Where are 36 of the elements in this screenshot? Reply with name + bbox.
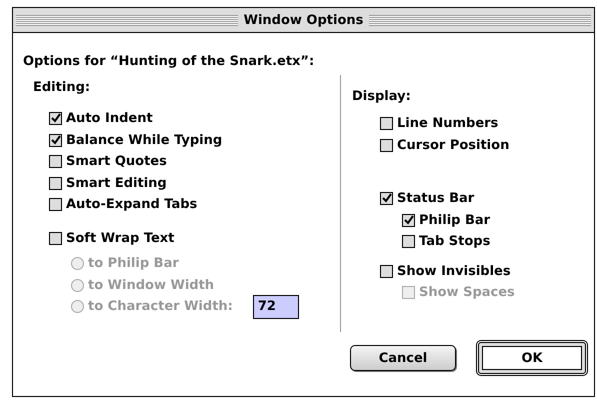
radio-label: to Character Width: xyxy=(88,299,233,314)
checkbox-label: Smart Editing xyxy=(66,176,167,191)
checkbox[interactable] xyxy=(49,112,62,126)
checkbox-label: Line Numbers xyxy=(397,116,498,132)
checkbox-label: Tab Stops xyxy=(419,234,490,250)
ok-button[interactable]: OK xyxy=(476,340,588,376)
cancel-button[interactable]: Cancel xyxy=(350,345,456,371)
radio-label: to Philip Bar xyxy=(88,256,179,272)
checkbox[interactable] xyxy=(49,232,62,245)
checkbox[interactable] xyxy=(49,198,62,212)
window-title: Window Options xyxy=(242,12,364,28)
checkbox[interactable] xyxy=(402,214,415,227)
checkbox-label: Show Invisibles xyxy=(397,264,511,279)
radio-label: to Window Width xyxy=(88,278,214,293)
checkbox-label: Show Spaces xyxy=(419,285,515,300)
section-heading: Display: xyxy=(352,88,412,106)
checkbox-label: Philip Bar xyxy=(419,212,490,228)
checkbox[interactable] xyxy=(49,155,62,168)
checkbox[interactable] xyxy=(380,117,393,130)
checkbox-label: Auto Indent xyxy=(66,111,153,126)
checkbox-label: Smart Quotes xyxy=(66,154,167,170)
checkbox-label: Status Bar xyxy=(397,191,474,206)
checkbox[interactable] xyxy=(380,264,393,278)
checkbox[interactable] xyxy=(49,176,62,190)
checkbox[interactable] xyxy=(49,134,62,147)
checkbox[interactable] xyxy=(380,138,393,152)
checkbox[interactable] xyxy=(402,235,415,248)
checkbox-label: Soft Wrap Text xyxy=(66,230,174,246)
dialog-subtitle: Options for “Hunting of the Snark.etx”: xyxy=(23,54,316,69)
title-bar-stripes[interactable] xyxy=(16,14,238,26)
section-heading: Editing: xyxy=(33,79,92,97)
checkbox-label: Cursor Position xyxy=(397,138,510,153)
checkbox-label: Auto-Expand Tabs xyxy=(66,197,198,212)
checkbox-label: Balance While Typing xyxy=(66,132,222,148)
checkbox[interactable] xyxy=(380,192,393,206)
title-bar-stripes[interactable] xyxy=(369,14,591,26)
